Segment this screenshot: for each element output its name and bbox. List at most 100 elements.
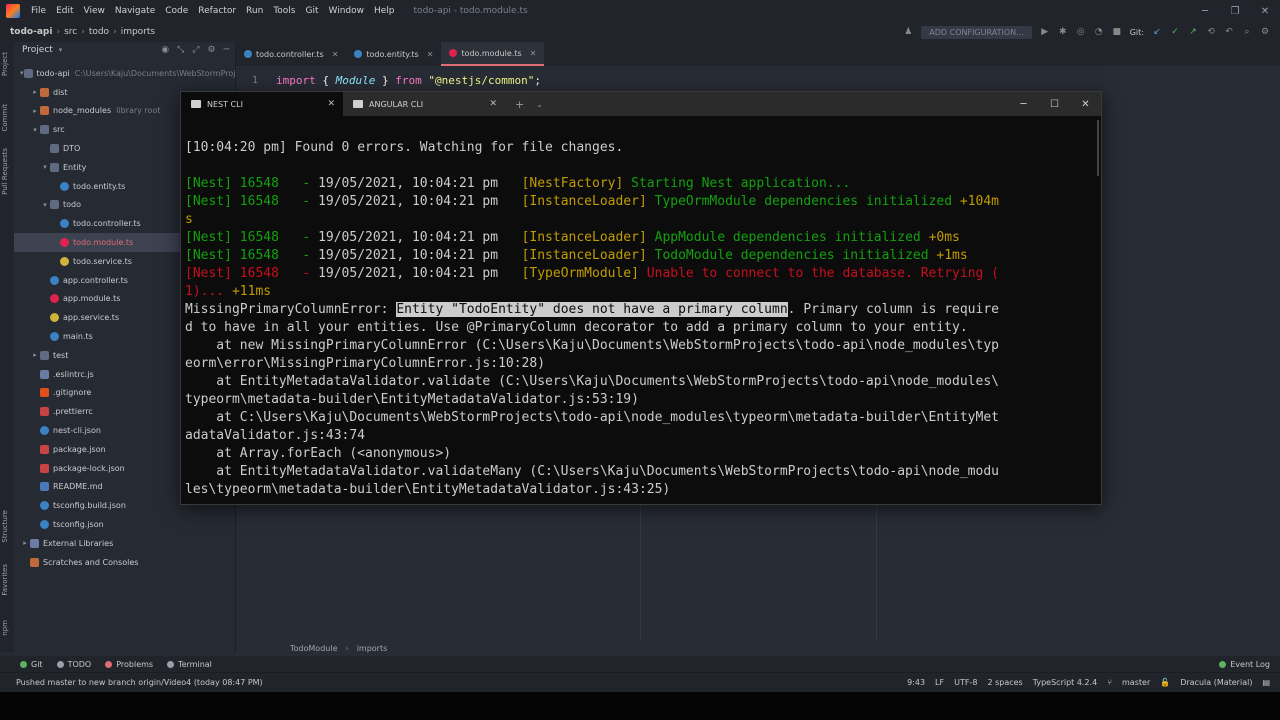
breadcrumb-todo[interactable]: todo [85, 27, 113, 37]
breadcrumb-src[interactable]: src [60, 27, 81, 37]
project-title[interactable]: Project [22, 45, 53, 55]
collapse-icon[interactable]: ⤡ [177, 45, 184, 55]
terminal-line: at C:\Users\Kaju\Documents\WebStormProje… [185, 409, 1091, 427]
tool-button-todo[interactable]: TODO [56, 660, 91, 669]
chevron-down-icon[interactable]: ▾ [20, 69, 24, 77]
menu-view[interactable]: View [79, 6, 110, 16]
tree-item-label: External Libraries [43, 538, 114, 548]
close-tab-icon[interactable]: ✕ [332, 50, 339, 59]
close-tab-icon[interactable]: ✕ [327, 99, 335, 109]
debug-icon[interactable]: ✱ [1058, 27, 1068, 37]
user-icon[interactable]: ♟ [903, 27, 913, 37]
chevron-right-icon[interactable]: ▸ [20, 539, 30, 547]
favorites-tool-button[interactable]: Favorites [1, 564, 9, 596]
search-icon[interactable]: ⌕ [1242, 27, 1252, 37]
lock-icon[interactable]: 🔓 [1160, 678, 1170, 687]
close-icon[interactable]: ✕ [1250, 6, 1280, 17]
npm-tool-button[interactable]: npm [1, 620, 9, 636]
new-tab-icon[interactable]: + [515, 98, 524, 111]
tool-button-git[interactable]: Git [20, 660, 43, 669]
close-tab-icon[interactable]: ✕ [489, 99, 497, 109]
file-encoding[interactable]: UTF-8 [954, 678, 977, 687]
add-configuration-button[interactable]: ADD CONFIGURATION... [921, 25, 1032, 39]
breadcrumb-project[interactable]: todo-api [0, 27, 56, 37]
chevron-down-icon[interactable]: ⌄ [536, 100, 543, 109]
breadcrumb-todomodule[interactable]: TodoModule [290, 644, 337, 653]
gear-icon[interactable]: ⚙ [208, 45, 216, 55]
git-branch[interactable]: master [1122, 678, 1150, 687]
minimize-icon[interactable]: ─ [1008, 99, 1039, 110]
rollback-icon[interactable]: ↶ [1224, 27, 1234, 37]
close-tab-icon[interactable]: ✕ [530, 49, 537, 58]
tool-button-terminal[interactable]: Terminal [167, 660, 212, 669]
editor-tab[interactable]: todo.entity.ts ✕ [346, 42, 441, 66]
terminal-tab-nest-cli[interactable]: NEST CLI ✕ [181, 92, 343, 116]
git-push-icon[interactable]: ↗ [1188, 27, 1198, 37]
tree-item-label: README.md [53, 482, 103, 492]
hide-icon[interactable]: ─ [224, 45, 229, 55]
caret-position[interactable]: 9:43 [907, 678, 925, 687]
indent-setting[interactable]: 2 spaces [987, 678, 1022, 687]
menu-window[interactable]: Window [324, 6, 370, 16]
close-icon[interactable]: ✕ [1070, 99, 1101, 110]
tool-button-problems[interactable]: Problems [105, 660, 153, 669]
project-tool-button[interactable]: Project [1, 52, 9, 76]
chevron-down-icon[interactable]: ▾ [30, 126, 40, 134]
theme-name[interactable]: Dracula (Material) [1180, 678, 1252, 687]
tree-item[interactable]: Scratches and Consoles [14, 553, 236, 572]
menu-edit[interactable]: Edit [51, 6, 78, 16]
chevron-down-icon[interactable]: ▾ [59, 46, 63, 54]
run-icon[interactable]: ▶ [1040, 27, 1050, 37]
chevron-right-icon[interactable]: ▸ [30, 351, 40, 359]
editor-tab[interactable]: todo.controller.ts ✕ [236, 42, 346, 66]
tree-item-label: todo-api [36, 68, 70, 78]
settings-icon[interactable]: ⚙ [1260, 27, 1270, 37]
expand-icon[interactable]: ⤢ [192, 45, 199, 55]
editor-tab[interactable]: todo.module.ts ✕ [441, 42, 545, 66]
chevron-right-icon[interactable]: ▸ [30, 107, 40, 115]
close-tab-icon[interactable]: ✕ [427, 50, 434, 59]
menu-help[interactable]: Help [369, 6, 400, 16]
tree-item[interactable]: ▾ todo-api C:\Users\Kaju\Documents\WebStor… [14, 64, 236, 83]
chevron-right-icon[interactable]: ▸ [30, 88, 40, 96]
locate-icon[interactable]: ◉ [161, 45, 169, 55]
maximize-icon[interactable]: ☐ [1039, 99, 1070, 110]
terminal-window[interactable]: NEST CLI ✕ ANGULAR CLI ✕ + ⌄ ─ ☐ ✕ [10:0… [180, 91, 1102, 505]
terminal-scrollbar[interactable] [1097, 120, 1099, 176]
minimize-icon[interactable]: ─ [1190, 6, 1220, 17]
profile-icon[interactable]: ◔ [1094, 27, 1104, 37]
event-log-button[interactable]: Event Log [1219, 660, 1280, 669]
stop-icon[interactable]: ■ [1112, 27, 1122, 37]
menu-code[interactable]: Code [160, 6, 193, 16]
git-commit-icon[interactable]: ✓ [1170, 27, 1180, 37]
maximize-icon[interactable]: ❐ [1220, 6, 1250, 17]
tree-item-hint: C:\Users\Kaju\Documents\WebStormProjects [74, 68, 236, 78]
pull-requests-tool-button[interactable]: Pull Requests [1, 148, 9, 195]
tree-item[interactable]: ▸ External Libraries [14, 534, 236, 553]
notification-icon[interactable]: ▤ [1262, 678, 1270, 687]
git-update-icon[interactable]: ↙ [1152, 27, 1162, 37]
structure-tool-button[interactable]: Structure [1, 510, 9, 543]
menu-git[interactable]: Git [300, 6, 323, 16]
coverage-icon[interactable]: ◎ [1076, 27, 1086, 37]
chevron-down-icon[interactable]: ▾ [40, 201, 50, 209]
menu-refactor[interactable]: Refactor [193, 6, 241, 16]
terminal-output[interactable]: [10:04:20 pm] Found 0 errors. Watching f… [185, 139, 1091, 499]
breadcrumb-imports[interactable]: imports [117, 27, 159, 37]
chevron-down-icon[interactable]: ▾ [40, 163, 50, 171]
history-icon[interactable]: ⟲ [1206, 27, 1216, 37]
line-separator[interactable]: LF [935, 678, 944, 687]
language-service[interactable]: TypeScript 4.2.4 [1033, 678, 1097, 687]
menu-tools[interactable]: Tools [268, 6, 300, 16]
menu-navigate[interactable]: Navigate [110, 6, 160, 16]
commit-tool-button[interactable]: Commit [1, 104, 9, 132]
breadcrumb-imports[interactable]: imports [357, 644, 388, 653]
code-line[interactable]: 1 import { Module } from "@nestjs/common… [236, 72, 541, 88]
menu-file[interactable]: File [26, 6, 51, 16]
ts-file-icon [40, 520, 49, 530]
menu-run[interactable]: Run [241, 6, 268, 16]
status-message[interactable]: Pushed master to new branch origin/Video… [0, 678, 263, 687]
terminal-tab-angular-cli[interactable]: ANGULAR CLI ✕ [343, 92, 505, 116]
tree-item[interactable]: tsconfig.json [14, 515, 236, 534]
code-keyword: from [395, 73, 422, 87]
